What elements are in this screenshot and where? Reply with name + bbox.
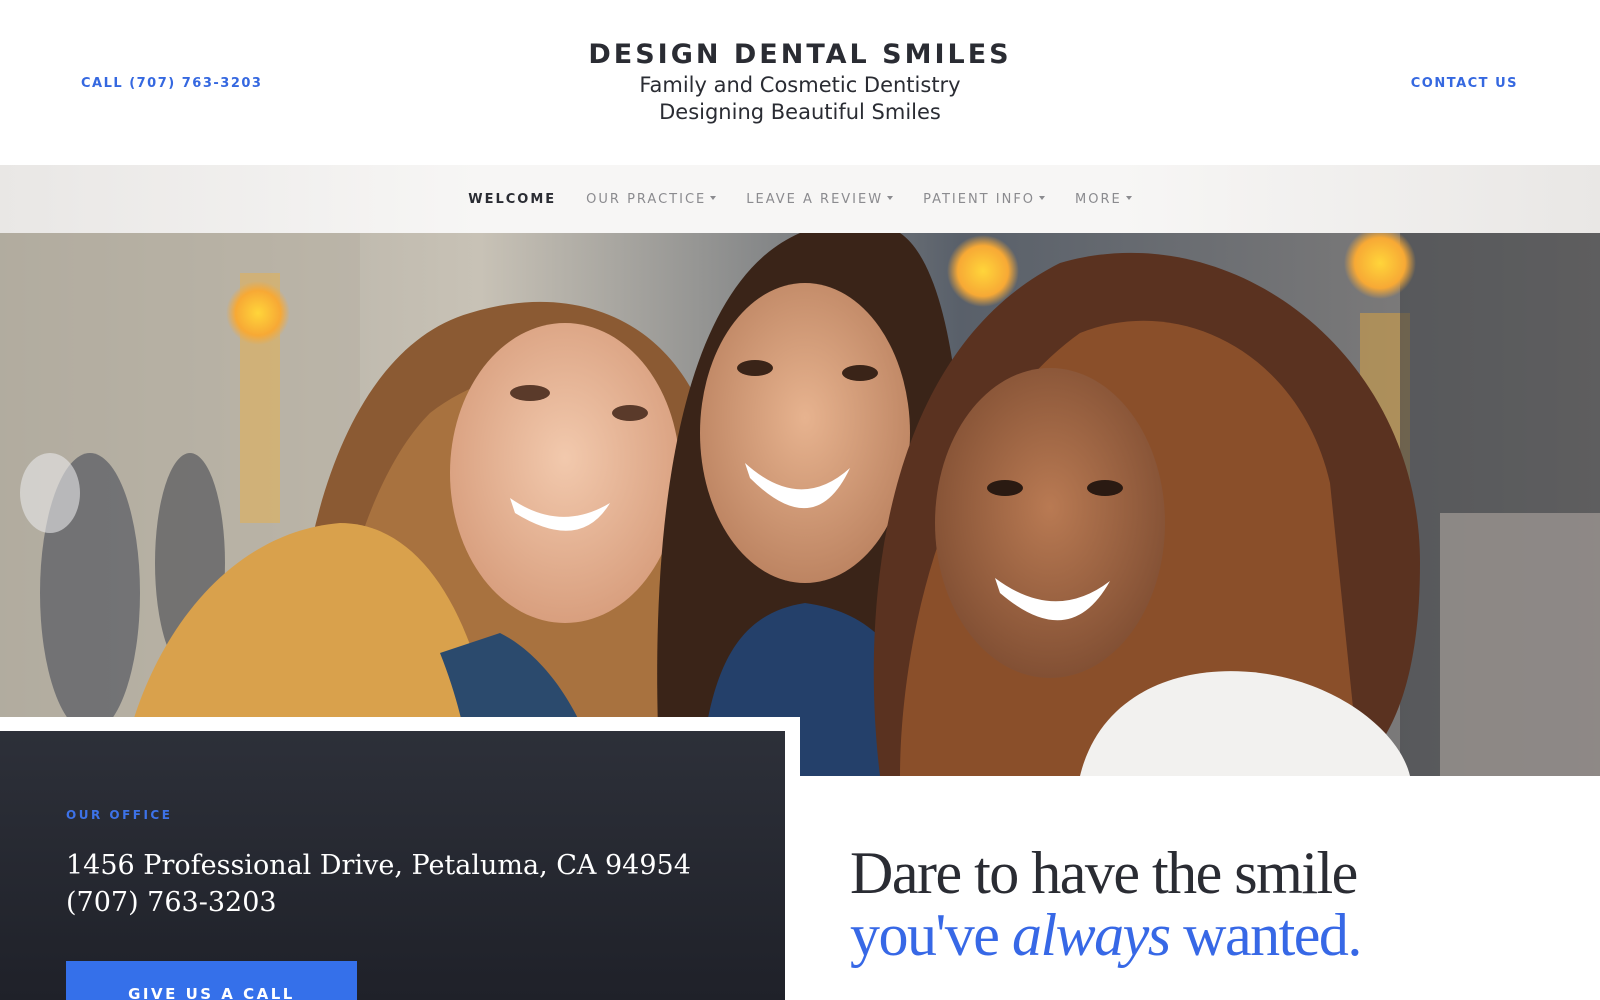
caret-down-icon: [887, 196, 894, 200]
site-header: CALL (707) 763-3203 DESIGN DENTAL SMILES…: [0, 0, 1600, 165]
nav-item-patient-info[interactable]: PATIENT INFO: [923, 191, 1046, 207]
brand-title: DESIGN DENTAL SMILES: [588, 39, 1012, 70]
office-phone[interactable]: (707) 763-3203: [66, 884, 691, 921]
office-panel: OUR OFFICE 1456 Professional Drive, Peta…: [0, 731, 785, 1000]
nav-item-welcome[interactable]: WELCOME: [468, 192, 556, 207]
main-nav: WELCOME OUR PRACTICE LEAVE A REVIEW PATI…: [0, 165, 1600, 233]
office-label: OUR OFFICE: [66, 808, 173, 822]
nav-item-label: MORE: [1075, 191, 1122, 207]
nav-item-label: WELCOME: [468, 191, 557, 207]
tagline-line-2-end: wanted.: [1169, 902, 1362, 968]
caret-down-icon: [1125, 196, 1132, 200]
tagline-emphasis: always: [1011, 902, 1171, 968]
contact-us-link[interactable]: CONTACT US: [1411, 76, 1518, 91]
brand-subtitle-2: Designing Beautiful Smiles: [659, 100, 941, 124]
hero-image: [0, 233, 1600, 776]
brand-logo[interactable]: DESIGN DENTAL SMILES Family and Cosmetic…: [0, 38, 1600, 126]
tagline-line-2: you've always wanted.: [850, 902, 1362, 968]
nav-item-our-practice[interactable]: OUR PRACTICE: [586, 191, 717, 207]
nav-item-leave-a-review[interactable]: LEAVE A REVIEW: [746, 191, 894, 207]
caret-down-icon: [710, 196, 717, 200]
caret-down-icon: [1039, 196, 1046, 200]
office-address-block: 1456 Professional Drive, Petaluma, CA 94…: [66, 847, 691, 921]
office-address[interactable]: 1456 Professional Drive, Petaluma, CA 94…: [66, 847, 691, 884]
nav-item-more[interactable]: MORE: [1075, 192, 1132, 207]
hero-tagline: Dare to have the smile you've always wan…: [850, 840, 1362, 968]
nav-item-label: OUR PRACTICE: [586, 191, 707, 207]
nav-item-label: LEAVE A REVIEW: [746, 191, 884, 207]
tagline-line-1: Dare to have the smile: [850, 840, 1358, 906]
give-us-a-call-button[interactable]: GIVE US A CALL: [66, 961, 357, 1000]
nav-item-label: PATIENT INFO: [923, 191, 1036, 207]
tagline-line-2-start: you've: [850, 902, 1012, 968]
brand-subtitle-1: Family and Cosmetic Dentistry: [639, 73, 961, 97]
